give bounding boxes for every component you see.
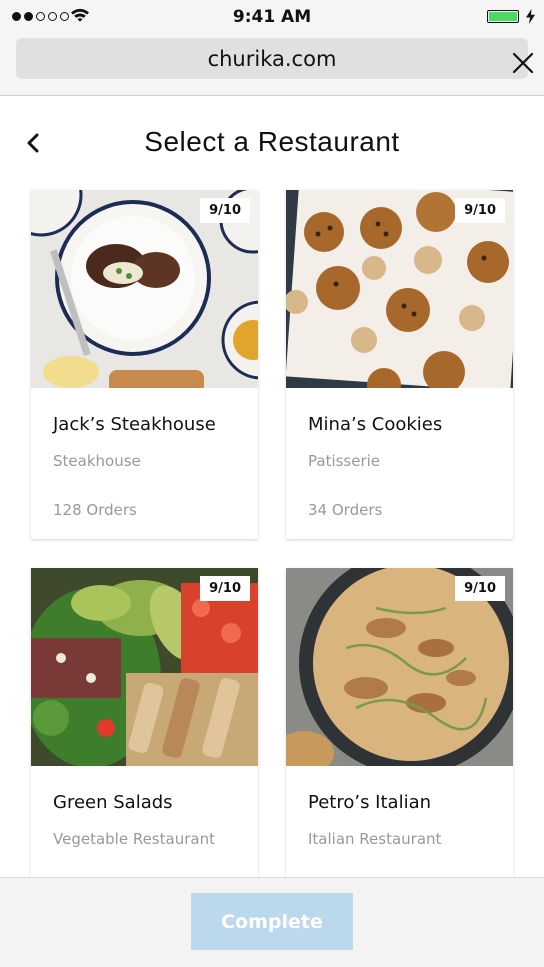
- restaurant-card[interactable]: 9/10 Petro’s Italian Italian Restaurant: [286, 568, 513, 877]
- complete-button[interactable]: Complete: [191, 893, 353, 950]
- status-bar: 9:41 AM: [0, 0, 544, 34]
- browser-bar: churika.com: [0, 34, 544, 96]
- bottom-action-bar: Complete: [0, 877, 544, 967]
- restaurant-name: Jack’s Steakhouse: [53, 414, 216, 435]
- battery-icon: [487, 10, 519, 23]
- rating-badge: 9/10: [200, 198, 250, 223]
- salad-photo: 9/10: [31, 568, 258, 766]
- restaurant-category: Vegetable Restaurant: [53, 830, 215, 848]
- rating-badge: 9/10: [200, 576, 250, 601]
- restaurant-card[interactable]: 9/10 Jack’s Steakhouse Steakhouse 128 Or…: [31, 190, 258, 539]
- rating-badge: 9/10: [455, 576, 505, 601]
- restaurant-card[interactable]: 9/10 Green Salads Vegetable Restaurant: [31, 568, 258, 877]
- charging-bolt-icon: [526, 9, 535, 24]
- url-text: churika.com: [207, 47, 337, 71]
- restaurant-name: Green Salads: [53, 792, 173, 813]
- restaurant-name: Mina’s Cookies: [308, 414, 443, 435]
- rating-badge: 9/10: [455, 198, 505, 223]
- close-icon[interactable]: [512, 52, 534, 74]
- pasta-pan-photo: 9/10: [286, 568, 513, 766]
- order-count: 128 Orders: [53, 501, 137, 519]
- page-title: Select a Restaurant: [144, 126, 400, 157]
- restaurant-category: Steakhouse: [53, 452, 141, 470]
- order-count: 34 Orders: [308, 501, 383, 519]
- restaurant-category: Italian Restaurant: [308, 830, 442, 848]
- address-bar[interactable]: churika.com: [16, 38, 534, 79]
- steak-dish-photo: 9/10: [31, 190, 258, 388]
- status-time: 9:41 AM: [232, 7, 312, 27]
- restaurant-category: Patisserie: [308, 452, 381, 470]
- restaurant-card[interactable]: 9/10 Mina’s Cookies Patisserie 34 Orders: [286, 190, 513, 539]
- cookies-photo: 9/10: [286, 190, 513, 388]
- restaurant-name: Petro’s Italian: [308, 792, 432, 813]
